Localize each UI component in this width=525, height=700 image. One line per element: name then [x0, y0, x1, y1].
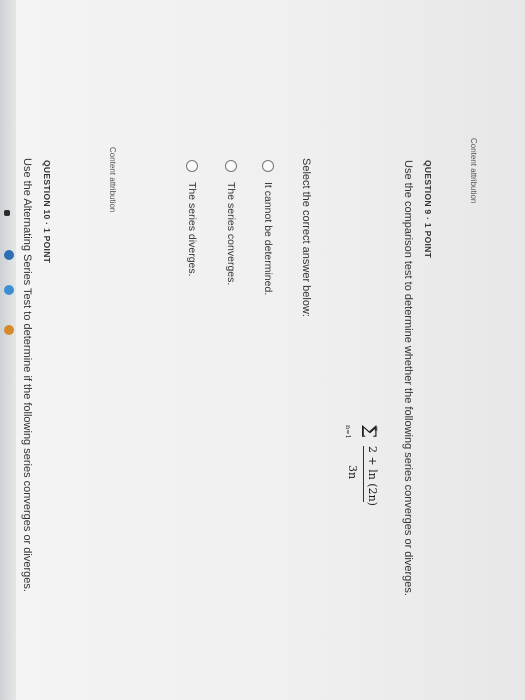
radio-button[interactable]: [225, 160, 237, 172]
question-10-prompt: Use the Alternating Series Test to deter…: [21, 158, 33, 592]
fraction-bar: [363, 446, 364, 502]
app-icon[interactable]: [4, 285, 14, 295]
option-label[interactable]: It cannot be determined.: [262, 182, 274, 295]
fraction-numerator: 2 + ln (2n): [366, 446, 379, 506]
question-10-title: QUESTION 10 · 1 POINT: [42, 160, 52, 264]
taskbar-icons: [2, 210, 16, 350]
radio-button[interactable]: [186, 160, 198, 172]
app-icon[interactable]: [4, 210, 10, 216]
quiz-screen: Content attribution QUESTION 9 · 1 POINT…: [0, 0, 525, 700]
app-icon[interactable]: [4, 250, 14, 260]
select-answer-label: Select the correct answer below:: [300, 158, 312, 317]
content-attribution-link[interactable]: Content attribution: [469, 138, 478, 203]
taskbar: [0, 0, 16, 700]
app-icon[interactable]: [4, 325, 14, 335]
question-9-title: QUESTION 9 · 1 POINT: [423, 160, 433, 259]
content-attribution-link[interactable]: Content attribution: [108, 147, 117, 212]
sum-lower-limit: n=1: [344, 425, 352, 439]
option-label[interactable]: The series converges.: [225, 182, 237, 285]
sum-symbol: Σ: [357, 424, 381, 439]
option-label[interactable]: The series diverges.: [186, 182, 198, 277]
question-9-prompt: Use the comparison test to determine whe…: [402, 160, 414, 596]
radio-button[interactable]: [262, 160, 274, 172]
fraction-denominator: 3n: [346, 465, 359, 480]
